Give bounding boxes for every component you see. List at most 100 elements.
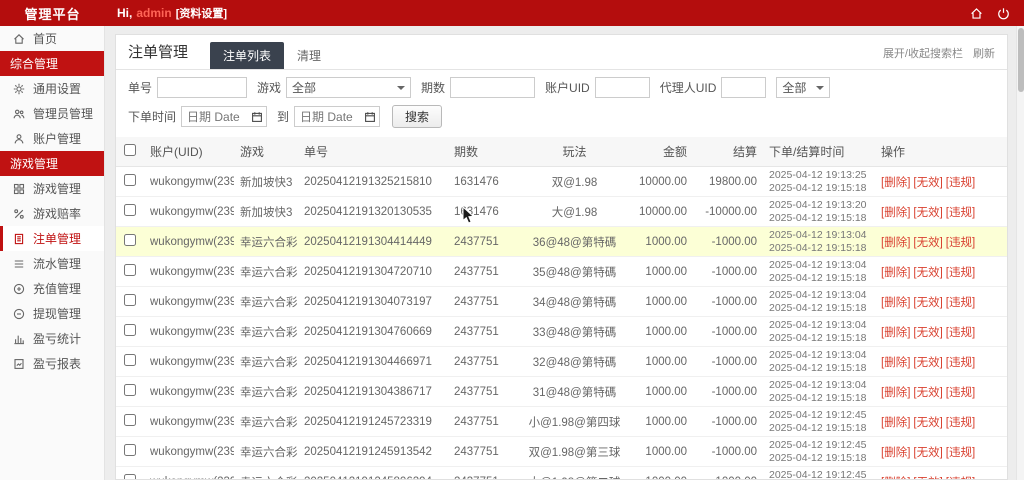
action-violation[interactable]: [违规] xyxy=(946,267,975,279)
cell-period: 1631476 xyxy=(448,196,522,227)
cell-settle: -1000.00 xyxy=(693,406,763,437)
action-invalid[interactable]: [无效] xyxy=(913,387,942,399)
row-checkbox[interactable] xyxy=(124,474,136,479)
sidebar-item-game-odds[interactable]: 游戏赔率 xyxy=(0,201,104,226)
sidebar-item-game-management[interactable]: 游戏管理 xyxy=(0,176,104,201)
cell-actions: [删除][无效] [违规] xyxy=(875,346,1007,377)
action-delete[interactable]: [删除] xyxy=(881,207,910,219)
action-delete[interactable]: [删除] xyxy=(881,417,910,429)
cell-amount: 1000.00 xyxy=(627,346,693,377)
cell-times: 2025-04-12 19:12:45 2025-04-12 19:15:18 xyxy=(763,406,875,437)
sidebar-item-recharge[interactable]: 充值管理 xyxy=(0,276,104,301)
row-checkbox[interactable] xyxy=(124,174,136,186)
action-violation[interactable]: [违规] xyxy=(946,477,975,480)
action-delete[interactable]: [删除] xyxy=(881,237,910,249)
action-invalid[interactable]: [无效] xyxy=(913,357,942,369)
cell-times: 2025-04-12 19:13:04 2025-04-12 19:15:18 xyxy=(763,286,875,317)
period-input[interactable] xyxy=(450,77,536,98)
status-select[interactable]: 全部 xyxy=(776,77,831,98)
row-checkbox-cell xyxy=(116,256,144,287)
row-checkbox[interactable] xyxy=(124,414,136,426)
sidebar-item-home[interactable]: 首页 xyxy=(0,26,104,51)
profile-settings-link[interactable]: [资料设置] xyxy=(176,5,227,21)
action-invalid[interactable]: [无效] xyxy=(913,177,942,189)
date-to-input[interactable] xyxy=(294,106,381,127)
sidebar-section-game-management[interactable]: 游戏管理 xyxy=(0,151,104,176)
action-violation[interactable]: [违规] xyxy=(946,237,975,249)
action-delete[interactable]: [删除] xyxy=(881,477,910,480)
sidebar-item-general-settings[interactable]: 通用设置 xyxy=(0,76,104,101)
action-violation[interactable]: [违规] xyxy=(946,387,975,399)
order-no-input[interactable] xyxy=(157,77,248,98)
home-icon[interactable] xyxy=(970,7,983,20)
sidebar-item-bet-orders[interactable]: 注单管理 xyxy=(0,226,104,251)
action-invalid[interactable]: [无效] xyxy=(913,207,942,219)
tab-cleanup[interactable]: 清理 xyxy=(284,42,334,69)
toggle-search-link[interactable]: 展开/收起搜索栏 xyxy=(883,45,963,61)
tab-bar: 注单列表 清理 xyxy=(210,42,334,69)
sidebar-item-account-management[interactable]: 账户管理 xyxy=(0,126,104,151)
action-invalid[interactable]: [无效] xyxy=(913,477,942,480)
action-violation[interactable]: [违规] xyxy=(946,207,975,219)
action-invalid[interactable]: [无效] xyxy=(913,267,942,279)
table-row: wukongymw(2399) 幸运六合彩 202504121912457233… xyxy=(116,406,1007,437)
power-icon[interactable] xyxy=(997,7,1010,20)
status-select-value: 全部 xyxy=(782,81,807,95)
page-header: 注单管理 注单列表 清理 展开/收起搜索栏 刷新 xyxy=(116,35,1007,70)
cell-play: 大@1.98 xyxy=(522,196,627,227)
action-violation[interactable]: [违规] xyxy=(946,327,975,339)
action-delete[interactable]: [删除] xyxy=(881,267,910,279)
action-invalid[interactable]: [无效] xyxy=(913,447,942,459)
table-row: wukongymw(2399) 幸运六合彩 202504121913044144… xyxy=(116,226,1007,257)
cell-settle: -1000.00 xyxy=(693,226,763,257)
vertical-scrollbar[interactable] xyxy=(1016,26,1024,480)
sidebar-item-profit-stats[interactable]: 盈亏统计 xyxy=(0,326,104,351)
action-violation[interactable]: [违规] xyxy=(946,417,975,429)
action-violation[interactable]: [违规] xyxy=(946,177,975,189)
action-invalid[interactable]: [无效] xyxy=(913,417,942,429)
action-invalid[interactable]: [无效] xyxy=(913,237,942,249)
sidebar-item-profit-report[interactable]: 盈亏报表 xyxy=(0,351,104,376)
row-checkbox[interactable] xyxy=(124,324,136,336)
search-button[interactable]: 搜索 xyxy=(392,105,443,128)
row-checkbox[interactable] xyxy=(124,384,136,396)
action-delete[interactable]: [删除] xyxy=(881,327,910,339)
action-delete[interactable]: [删除] xyxy=(881,297,910,309)
action-violation[interactable]: [违规] xyxy=(946,447,975,459)
row-checkbox[interactable] xyxy=(124,444,136,456)
table-row: wukongymw(2399) 新加坡快3 202504121913252158… xyxy=(116,166,1007,197)
sidebar-item-admin-management[interactable]: 管理员管理 xyxy=(0,101,104,126)
game-select[interactable]: 全部 xyxy=(286,77,412,98)
sidebar-menu: 首页 综合管理 通用设置 管理员管理 账户管理 游戏管理 游戏管理 游戏赔率 注… xyxy=(0,26,104,376)
action-invalid[interactable]: [无效] xyxy=(913,327,942,339)
action-violation[interactable]: [违规] xyxy=(946,357,975,369)
refresh-link[interactable]: 刷新 xyxy=(973,45,995,61)
account-uid-input[interactable] xyxy=(594,77,650,98)
cell-times: 2025-04-12 19:13:25 2025-04-12 19:15:18 xyxy=(763,166,875,197)
header-account: 账户(UID) xyxy=(144,137,234,167)
action-invalid[interactable]: [无效] xyxy=(913,297,942,309)
row-checkbox[interactable] xyxy=(124,204,136,216)
row-checkbox[interactable] xyxy=(124,264,136,276)
date-from-input[interactable] xyxy=(181,106,268,127)
action-delete[interactable]: [删除] xyxy=(881,447,910,459)
scrollbar-thumb[interactable] xyxy=(1018,28,1024,92)
row-checkbox[interactable] xyxy=(124,354,136,366)
cell-play: 双@1.98@第三球 xyxy=(522,436,627,467)
row-checkbox[interactable] xyxy=(124,234,136,246)
sidebar-item-withdrawals[interactable]: 提现管理 xyxy=(0,301,104,326)
tab-bet-list[interactable]: 注单列表 xyxy=(210,42,285,69)
cell-game: 幸运六合彩 xyxy=(234,226,298,257)
action-delete[interactable]: [删除] xyxy=(881,357,910,369)
cell-game: 幸运六合彩 xyxy=(234,346,298,377)
action-violation[interactable]: [违规] xyxy=(946,297,975,309)
header-order-no: 单号 xyxy=(298,137,448,167)
sidebar-section-comprehensive-management[interactable]: 综合管理 xyxy=(0,51,104,76)
sidebar-item-transactions[interactable]: 流水管理 xyxy=(0,251,104,276)
action-delete[interactable]: [删除] xyxy=(881,387,910,399)
cell-actions: [删除][无效] [违规] xyxy=(875,466,1007,480)
agent-uid-input[interactable] xyxy=(721,77,767,98)
select-all-checkbox[interactable] xyxy=(124,144,136,156)
row-checkbox[interactable] xyxy=(124,294,136,306)
action-delete[interactable]: [删除] xyxy=(881,177,910,189)
